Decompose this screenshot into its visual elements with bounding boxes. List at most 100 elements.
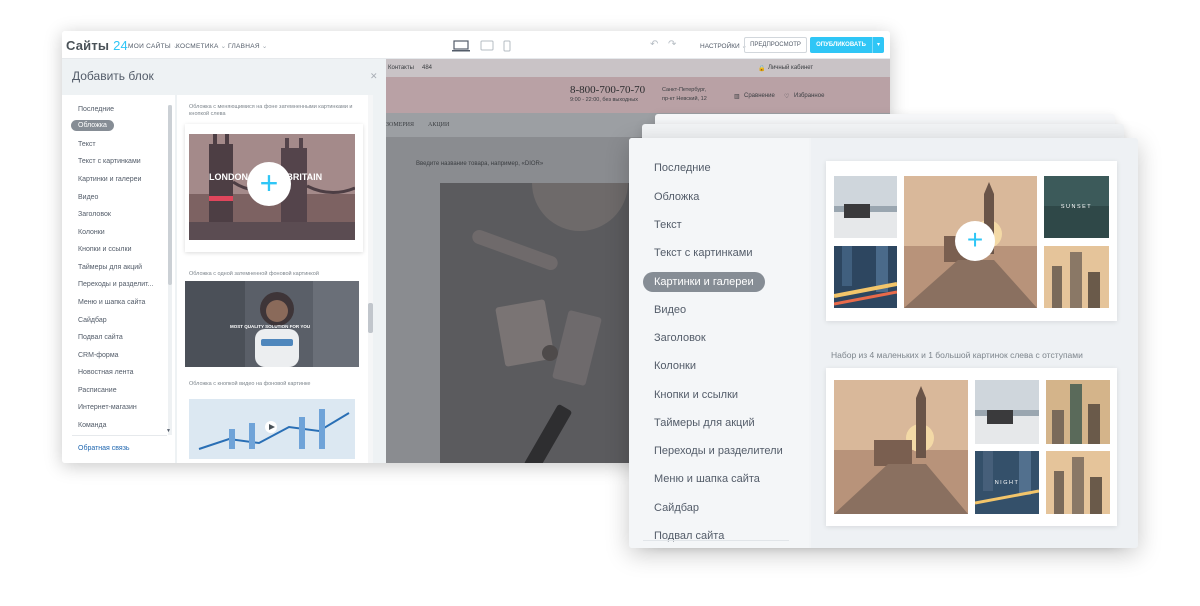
add-block-plus-icon[interactable]: + <box>247 162 291 206</box>
settings-label: НАСТРОЙКИ <box>700 43 740 50</box>
preview-button[interactable]: ПРЕДПРОСМОТР <box>744 37 807 53</box>
category-item[interactable]: Кнопки и ссылки <box>78 246 132 253</box>
tower-sunset-photo-large <box>834 380 968 514</box>
gallery-block-templates: + SUNSET Набор из 4 маленьких и 1 большо… <box>811 138 1138 548</box>
redo-icon[interactable]: ↷ <box>668 39 676 50</box>
category-list: Последние Обложка Текст Текст с картинка… <box>62 95 175 463</box>
nav-page-label: ГЛАВНАЯ <box>228 43 260 50</box>
site-menu-item[interactable]: АКЦИИ <box>428 122 449 128</box>
site-address: пр-кт Невский, 12 <box>662 96 707 102</box>
category-item[interactable]: Переходы и разделит... <box>78 281 153 288</box>
publish-dropdown-button[interactable]: ▾ <box>872 37 884 53</box>
close-icon[interactable]: ✕ <box>370 71 378 82</box>
site-hours: 9:00 - 22:00, без выходных <box>570 97 638 103</box>
category-item[interactable]: Сайдбар <box>78 317 107 324</box>
site-favorites[interactable]: Избранное <box>794 93 824 99</box>
video-chart-image[interactable] <box>189 399 355 459</box>
category-item[interactable]: Сайдбар <box>654 502 699 514</box>
category-item[interactable]: Последние <box>78 106 114 113</box>
mobile-icon[interactable] <box>503 40 511 52</box>
site-phone: 8-800-700-70-70 <box>570 84 646 96</box>
gallery-block-template-2[interactable]: NIGHT <box>826 368 1117 526</box>
category-item[interactable]: Обложка <box>654 191 699 203</box>
site-menu-item[interactable]: ЗОМЕРИЯ <box>386 122 414 128</box>
night-label: NIGHT <box>994 480 1020 486</box>
add-block-title: Добавить блок <box>72 69 154 83</box>
scrollbar-thumb[interactable] <box>168 105 172 285</box>
category-item[interactable]: Кнопки и ссылки <box>654 389 738 401</box>
logo[interactable]: Сайты 24 <box>66 38 128 53</box>
block-caption: Обложка с меняющимися на фоне затемненны… <box>189 104 353 117</box>
site-compare[interactable]: Сравнение <box>744 93 775 99</box>
site-cart-count: 484 <box>422 65 433 71</box>
skyscraper-photo <box>1044 246 1109 308</box>
nav-my-sites-label: МОИ САЙТЫ <box>128 43 171 50</box>
logo-text: Сайты <box>66 38 110 53</box>
templates-scrollbar[interactable] <box>368 95 373 463</box>
category-item[interactable]: Интернет-магазин <box>78 404 137 411</box>
site-city: Санкт-Петербург, <box>662 87 706 93</box>
add-block-plus-icon[interactable]: + <box>955 221 995 261</box>
category-item[interactable]: Текст с картинками <box>78 158 141 165</box>
category-item[interactable]: Новостная лента <box>78 369 134 376</box>
chevron-down-icon: ⌄ <box>261 43 268 50</box>
category-item[interactable]: Текст <box>78 141 96 148</box>
category-item[interactable]: Текст с картинками <box>654 247 753 259</box>
divider <box>72 435 167 436</box>
category-item[interactable]: Колонки <box>78 229 105 236</box>
tablet-icon[interactable] <box>480 40 494 52</box>
category-item[interactable]: Таймеры для акций <box>78 264 142 271</box>
category-item[interactable]: Таймеры для акций <box>654 417 755 429</box>
compare-icon: ▥ <box>734 94 740 100</box>
city-traffic-photo <box>834 246 897 308</box>
category-item-active[interactable]: Картинки и галереи <box>643 272 765 292</box>
lock-icon: 🔒 <box>758 66 766 72</box>
category-scrollbar[interactable] <box>168 105 172 435</box>
category-item[interactable]: Расписание <box>78 387 117 394</box>
category-item[interactable]: Заголовок <box>78 211 111 218</box>
category-item[interactable]: Меню и шапка сайта <box>654 473 760 485</box>
editor-topbar: Сайты 24 МОИ САЙТЫ ⌄ КОСМЕТИКА ⌄ ГЛАВНАЯ ⌄ … <box>62 31 890 59</box>
nav-page[interactable]: ГЛАВНАЯ ⌄ <box>228 42 268 50</box>
block-template-london[interactable]: LONDON, GREAT BRITAIN + <box>185 124 363 252</box>
skyscraper-photo <box>1046 380 1110 444</box>
category-item[interactable]: Картинки и галереи <box>78 176 141 183</box>
gallery-block-template-1[interactable]: + SUNSET <box>826 161 1117 321</box>
category-item[interactable]: Переходы и разделители <box>654 445 783 457</box>
category-item[interactable]: Команда <box>78 422 107 429</box>
category-item[interactable]: Колонки <box>654 360 696 372</box>
undo-icon[interactable]: ↶ <box>650 39 658 50</box>
category-item[interactable]: Видео <box>78 194 98 201</box>
sea-umbrella-photo <box>975 380 1039 444</box>
feedback-link[interactable]: Обратная связь <box>78 445 130 452</box>
category-item[interactable]: Меню и шапка сайта <box>78 299 145 306</box>
skyscraper-sunset-photo <box>1046 451 1110 514</box>
category-item[interactable]: Подвал сайта <box>78 334 123 341</box>
publish-button[interactable]: ОПУБЛИКОВАТЬ <box>810 37 872 53</box>
block-templates: Обложка с меняющимися на фоне затемненны… <box>177 95 373 463</box>
block-caption: Обложка с кнопкой видео на фоновой карти… <box>189 381 311 387</box>
category-item-active[interactable]: Обложка <box>71 120 114 131</box>
site-contacts-link[interactable]: Контакты <box>388 65 414 71</box>
category-item[interactable]: Текст <box>654 219 682 231</box>
site-search-input[interactable]: Введите название товара, например, «DIOR… <box>416 161 543 167</box>
site-cabinet-link[interactable]: Личный кабинет <box>768 65 813 71</box>
nav-site-label: КОСМЕТИКА <box>176 43 219 50</box>
category-item[interactable]: Заголовок <box>654 332 706 344</box>
desktop-icon[interactable] <box>452 40 470 52</box>
sunset-label: SUNSET <box>1060 204 1093 210</box>
nav-my-sites[interactable]: МОИ САЙТЫ ⌄ <box>128 42 179 50</box>
screenshot-stage: Сайты 24 МОИ САЙТЫ ⌄ КОСМЕТИКА ⌄ ГЛАВНАЯ ⌄ … <box>0 0 1200 606</box>
chevron-down-icon: ⌄ <box>220 43 227 50</box>
scrollbar-thumb[interactable] <box>368 303 373 333</box>
block-caption: Набор из 4 маленьких и 1 большой картино… <box>831 350 1083 360</box>
divider <box>643 540 789 541</box>
settings-menu[interactable]: НАСТРОЙКИ ⌄ <box>700 42 747 50</box>
category-item[interactable]: Последние <box>654 162 711 174</box>
category-item[interactable]: Видео <box>654 304 686 316</box>
site-topbar <box>386 59 890 77</box>
scroll-down-icon[interactable]: ▼ <box>166 428 171 434</box>
nav-site[interactable]: КОСМЕТИКА ⌄ <box>176 42 226 50</box>
category-item[interactable]: CRM-форма <box>78 352 119 359</box>
sea-umbrella-photo <box>834 176 897 238</box>
